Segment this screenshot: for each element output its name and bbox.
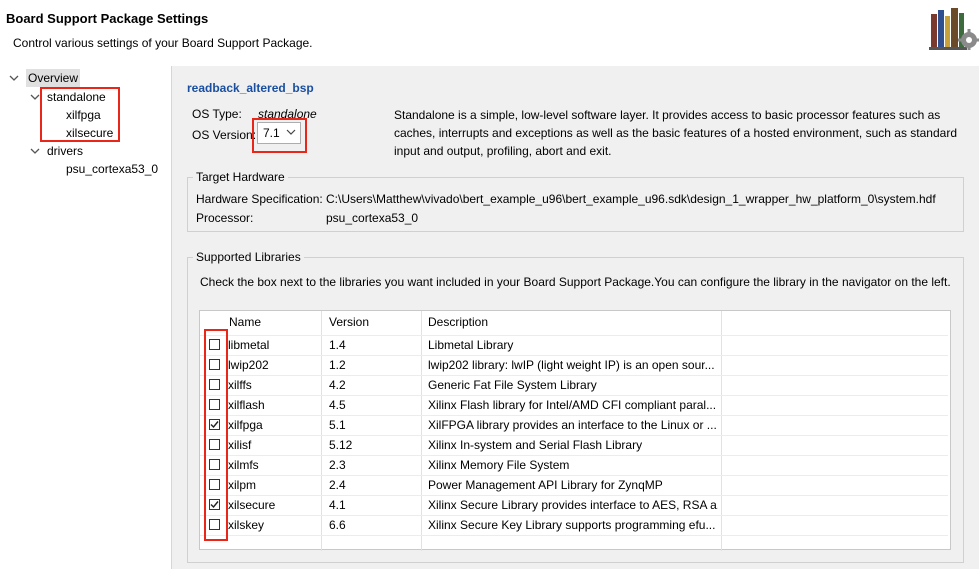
library-version-cell: 4.1 — [329, 498, 346, 512]
os-type-label: OS Type: — [192, 107, 242, 121]
tree-label-xilsecure: xilsecure — [66, 126, 114, 140]
checkmark-icon — [210, 421, 219, 429]
target-hardware-group: Target Hardware Hardware Specification: … — [187, 170, 964, 232]
library-checkbox[interactable] — [209, 379, 220, 390]
library-description-cell: Xilinx Secure Library provides interface… — [428, 498, 718, 512]
checkmark-icon — [210, 501, 219, 509]
library-checkbox[interactable] — [209, 339, 220, 350]
library-name-cell: xilmfs — [228, 458, 259, 472]
library-version-cell: 5.1 — [329, 418, 346, 432]
library-name-cell: xilffs — [228, 378, 252, 392]
library-description-cell: Xilinx Flash library for Intel/AMD CFI c… — [428, 398, 717, 412]
library-description-cell: Xilinx Memory File System — [428, 458, 570, 472]
processor-label: Processor: — [196, 211, 254, 225]
library-checkbox[interactable] — [209, 359, 220, 370]
libraries-instructions: Check the box next to the libraries you … — [200, 275, 951, 289]
table-row[interactable]: xilfpga 5.1 XilFPGA library provides an in… — [200, 415, 948, 435]
library-version-cell: 1.4 — [329, 338, 346, 352]
os-description-line: caches, interrupts and exceptions as wel… — [394, 126, 957, 140]
column-header-name[interactable]: Name — [229, 311, 261, 333]
library-books-gear-icon — [929, 8, 979, 50]
library-description-cell: lwip202 library: lwIP (light weight IP) … — [428, 358, 715, 372]
os-description-line: Standalone is a simple, low-level softwa… — [394, 108, 941, 122]
tree-item-overview[interactable]: Overview — [0, 69, 171, 87]
library-description-cell: Libmetal Library — [428, 338, 514, 352]
table-row[interactable]: libmetal 1.4 Libmetal Library — [200, 335, 948, 355]
table-row[interactable]: xilflash 4.5 Xilinx Flash library for Inte… — [200, 395, 948, 415]
processor-value: psu_cortexa53_0 — [326, 211, 419, 225]
hardware-spec-value: C:\Users\Matthew\vivado\bert_example_u96… — [326, 192, 936, 206]
library-description-cell: Power Management API Library for ZynqMP — [428, 478, 663, 492]
library-version-cell: 5.12 — [329, 438, 353, 452]
library-version-cell: 1.2 — [329, 358, 346, 372]
chevron-down-icon[interactable] — [9, 73, 19, 83]
tree-item-standalone[interactable]: standalone — [0, 88, 171, 106]
column-header-version[interactable]: Version — [329, 311, 369, 333]
library-description-cell: Generic Fat File System Library — [428, 378, 597, 392]
tree-item-psu-cortexa53[interactable]: psu_cortexa53_0 — [0, 160, 171, 178]
tree-label-overview: Overview — [26, 69, 81, 87]
library-description-cell: Xilinx In-system and Serial Flash Librar… — [428, 438, 643, 452]
library-version-cell: 6.6 — [329, 518, 346, 532]
tree-label-psu-cortexa53: psu_cortexa53_0 — [66, 162, 159, 176]
library-version-cell: 4.2 — [329, 378, 346, 392]
table-row[interactable]: xilskey 6.6 Xilinx Secure Key Library supp… — [200, 515, 948, 535]
chevron-down-icon[interactable] — [30, 146, 40, 156]
table-row[interactable]: xilsecure 4.1 Xilinx Secure Library provid… — [200, 495, 948, 515]
library-checkbox[interactable] — [209, 459, 220, 470]
library-version-cell: 4.5 — [329, 398, 346, 412]
table-row[interactable]: xilffs 4.2 Generic Fat File System Library — [200, 375, 948, 395]
table-row-empty — [200, 535, 948, 555]
library-name-cell: xilpm — [228, 478, 257, 492]
libraries-table: Name Version Description libmetal 1.4 Libm… — [199, 310, 951, 551]
tree-item-drivers[interactable]: drivers — [0, 142, 171, 160]
tree-label-xilfpga: xilfpga — [66, 108, 101, 122]
table-row[interactable]: xilpm 2.4 Power Management API Library for… — [200, 475, 948, 495]
table-row[interactable]: xilmfs 2.3 Xilinx Memory File System — [200, 455, 948, 475]
page-subtitle: Control various settings of your Board S… — [13, 36, 313, 50]
library-name-cell: libmetal — [228, 338, 270, 352]
library-checkbox[interactable] — [209, 399, 220, 410]
library-checkbox[interactable] — [209, 439, 220, 450]
header-banner: Board Support Package Settings Control v… — [0, 0, 979, 66]
tree-item-xilfpga[interactable]: xilfpga — [0, 106, 171, 124]
os-description: Standalone is a simple, low-level softwa… — [394, 106, 964, 160]
library-checkbox[interactable] — [209, 499, 220, 510]
os-type-value: standalone — [258, 107, 317, 121]
library-name-cell: xilflash — [228, 398, 265, 412]
tree-item-xilsecure[interactable]: xilsecure — [0, 124, 171, 142]
target-hardware-title: Target Hardware — [193, 170, 288, 184]
hardware-spec-label: Hardware Specification: — [196, 192, 323, 206]
library-name-cell: xilfpga — [228, 418, 263, 432]
page-title: Board Support Package Settings — [6, 11, 209, 26]
main-settings-panel: readback_altered_bsp OS Type: standalone… — [172, 66, 979, 569]
bsp-navigator-tree: Overview standalone xilfpga xilsecure dr… — [0, 66, 172, 569]
os-version-label: OS Version: — [192, 128, 257, 142]
library-name-cell: lwip202 — [228, 358, 269, 372]
bsp-name-heading: readback_altered_bsp — [187, 81, 314, 95]
os-version-select[interactable]: 7.1 — [257, 122, 301, 144]
os-version-value: 7.1 — [263, 126, 280, 140]
table-row[interactable]: xilisf 5.12 Xilinx In-system and Serial Fl… — [200, 435, 948, 455]
library-checkbox[interactable] — [209, 519, 220, 530]
library-version-cell: 2.4 — [329, 478, 346, 492]
column-header-description[interactable]: Description — [428, 311, 488, 333]
chevron-down-icon — [286, 129, 296, 135]
library-name-cell: xilsecure — [228, 498, 276, 512]
os-description-line: input and output, profiling, abort and e… — [394, 144, 612, 158]
tree-label-standalone: standalone — [47, 90, 106, 104]
table-row[interactable]: lwip202 1.2 lwip202 library: lwIP (light w… — [200, 355, 948, 375]
library-description-cell: Xilinx Secure Key Library supports progr… — [428, 518, 716, 532]
supported-libraries-title: Supported Libraries — [193, 250, 304, 264]
library-name-cell: xilisf — [228, 438, 252, 452]
chevron-down-icon[interactable] — [30, 92, 40, 102]
tree-label-drivers: drivers — [47, 144, 84, 158]
library-description-cell: XilFPGA library provides an interface to… — [428, 418, 717, 432]
library-name-cell: xilskey — [228, 518, 265, 532]
library-version-cell: 2.3 — [329, 458, 346, 472]
library-checkbox[interactable] — [209, 479, 220, 490]
library-checkbox[interactable] — [209, 419, 220, 430]
